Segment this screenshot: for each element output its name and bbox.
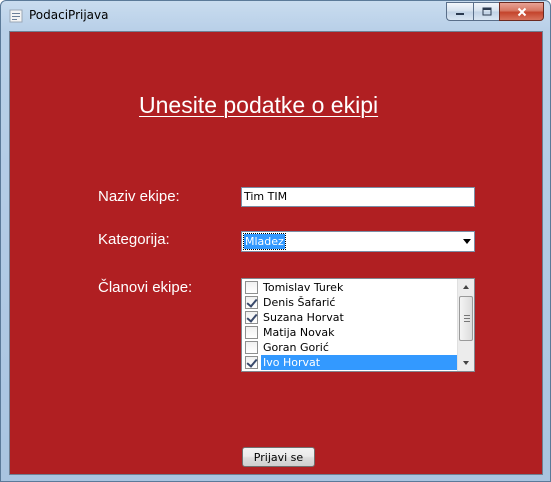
app-window: PodaciPrijava Unesite podatke o ekipi Na…: [0, 0, 551, 482]
close-icon: [517, 7, 526, 16]
app-icon: [9, 9, 23, 23]
members-checked-listbox[interactable]: Tomislav Turek Denis Šafarić Suzana Horv…: [241, 278, 475, 372]
window-title: PodaciPrijava: [29, 8, 109, 22]
member-checkbox[interactable]: [245, 296, 258, 309]
member-name: Goran Gorić: [263, 341, 329, 354]
caption-buttons: [446, 2, 544, 21]
close-button[interactable]: [499, 2, 544, 21]
member-checkbox[interactable]: [245, 356, 258, 369]
category-dropdown[interactable]: Mladez: [241, 231, 475, 252]
list-item[interactable]: Suzana Horvat: [243, 310, 457, 325]
member-checkbox[interactable]: [245, 311, 258, 324]
title-bar[interactable]: PodaciPrijava: [1, 1, 550, 31]
scroll-up-button[interactable]: [458, 279, 474, 295]
maximize-icon: [482, 7, 491, 16]
form-heading: Unesite podatke o ekipi: [139, 92, 379, 118]
members-scrollbar[interactable]: [457, 279, 474, 371]
list-item[interactable]: Matija Novak: [243, 325, 457, 340]
member-name: Suzana Horvat: [263, 311, 344, 324]
team-name-input[interactable]: Tim TIM: [241, 187, 475, 207]
member-name: Tomislav Turek: [263, 281, 344, 294]
category-label: Kategorija:: [98, 231, 170, 248]
submit-button[interactable]: Prijavi se: [242, 447, 315, 467]
grip-line: [464, 318, 470, 319]
member-checkbox[interactable]: [245, 281, 258, 294]
category-selected-value: Mladez: [243, 233, 286, 250]
maximize-button[interactable]: [473, 2, 499, 21]
member-name: Denis Šafarić: [263, 296, 336, 309]
arrow-down-icon: [463, 361, 469, 365]
member-checkbox[interactable]: [245, 326, 258, 339]
form-client-area: Unesite podatke o ekipi Naziv ekipe: Tim…: [9, 31, 543, 475]
minimize-icon: [456, 12, 464, 15]
list-item[interactable]: Tomislav Turek: [243, 280, 457, 295]
minimize-button[interactable]: [446, 2, 473, 21]
members-label: Članovi ekipe:: [98, 279, 193, 296]
grip-line: [464, 321, 470, 322]
arrow-up-icon: [463, 285, 469, 289]
team-name-label: Naziv ekipe:: [98, 188, 180, 205]
member-name: Matija Novak: [263, 326, 335, 339]
list-item[interactable]: Denis Šafarić: [243, 295, 457, 310]
scroll-down-button[interactable]: [458, 355, 474, 371]
list-item-selected[interactable]: Ivo Horvat: [243, 355, 457, 370]
chevron-down-icon[interactable]: [463, 239, 471, 244]
member-checkbox[interactable]: [245, 341, 258, 354]
list-item[interactable]: Goran Gorić: [243, 340, 457, 355]
scroll-thumb[interactable]: [459, 296, 473, 341]
member-name: Ivo Horvat: [261, 355, 457, 370]
grip-line: [464, 315, 470, 316]
